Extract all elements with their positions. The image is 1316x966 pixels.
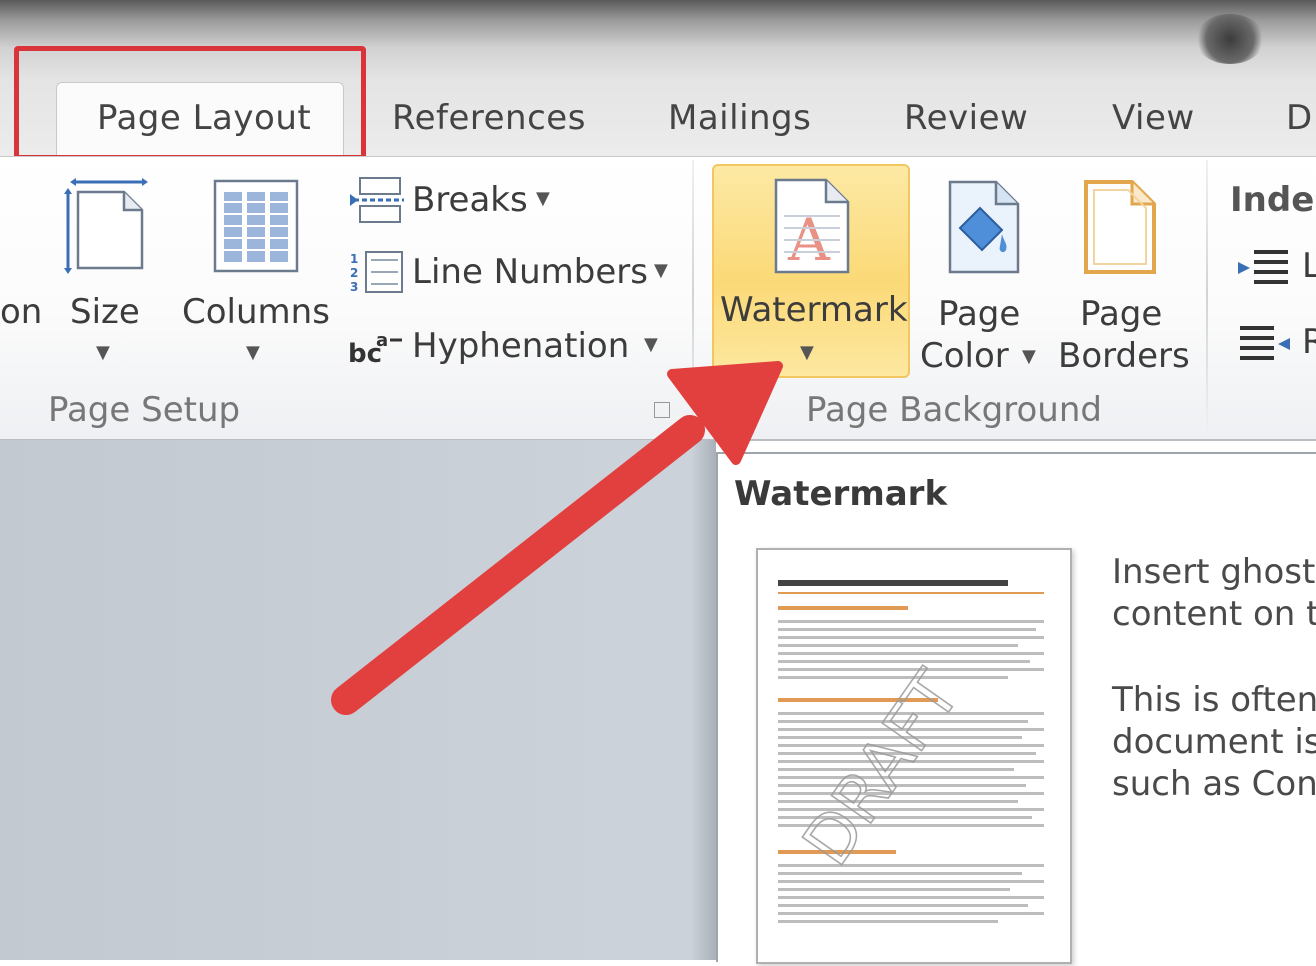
annotation-arrow [331,361,783,715]
